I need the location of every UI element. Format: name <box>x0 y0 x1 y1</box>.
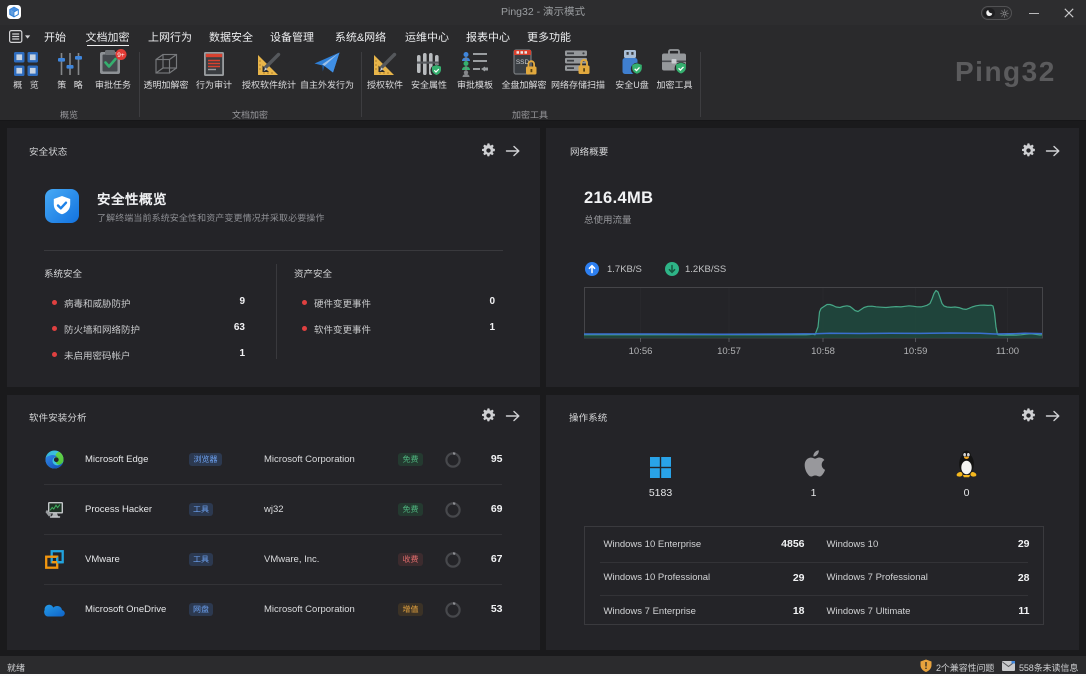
svg-text:11:00: 11:00 <box>996 346 1019 357</box>
svg-text:SSD: SSD <box>516 59 530 66</box>
svg-text:10:58: 10:58 <box>811 346 835 357</box>
svg-text:10:59: 10:59 <box>904 346 928 357</box>
svg-text:10:57: 10:57 <box>717 346 741 357</box>
svg-text:9+: 9+ <box>117 52 125 59</box>
svg-text:10:56: 10:56 <box>629 346 653 357</box>
